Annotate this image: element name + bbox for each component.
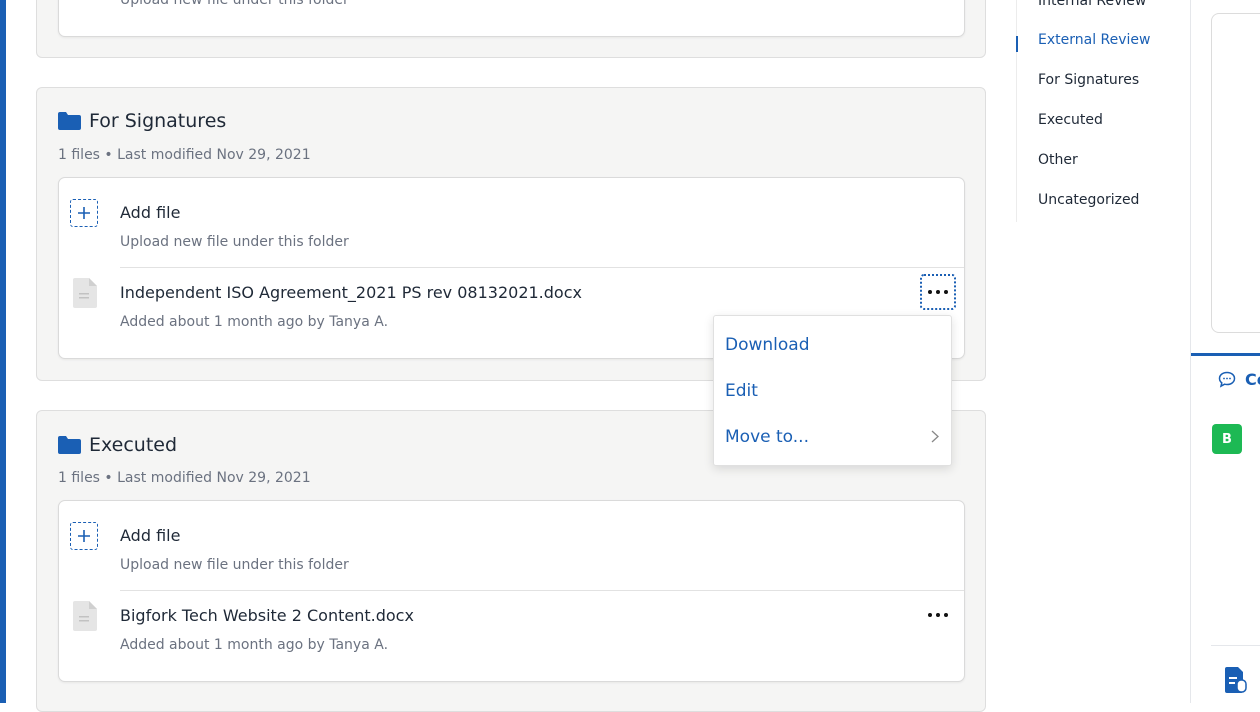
toc-item-executed[interactable]: Executed	[1038, 112, 1103, 128]
folder-header: Executed	[58, 434, 177, 456]
left-accent-bar	[0, 0, 6, 703]
file-name[interactable]: Independent ISO Agreement_2021 PS rev 08…	[120, 283, 582, 302]
add-file-label[interactable]: Add file	[120, 203, 180, 222]
document-attachment-icon[interactable]	[1225, 667, 1247, 693]
plus-icon	[78, 207, 90, 219]
folder-title: For Signatures	[89, 110, 227, 132]
file-added-info: Added about 1 month ago by Tanya A.	[120, 314, 389, 330]
folder-card: Upload new file under this folder	[58, 0, 965, 37]
folder-meta: 1 files • Last modified Nov 29, 2021	[58, 470, 311, 486]
toc-item-other[interactable]: Other	[1038, 152, 1078, 168]
folder-icon	[58, 112, 81, 130]
row-divider	[120, 590, 964, 591]
toc-item-uncategorized[interactable]: Uncategorized	[1038, 192, 1139, 208]
right-panel: Co B	[1190, 0, 1260, 703]
more-dots-icon	[928, 290, 948, 294]
menu-item-label: Move to...	[725, 427, 809, 447]
add-file-hint: Upload new file under this folder	[120, 557, 349, 573]
right-panel-section-label[interactable]: Co	[1245, 370, 1260, 389]
add-file-button[interactable]	[70, 199, 98, 227]
document-file-icon	[73, 601, 97, 631]
right-panel-card	[1211, 13, 1260, 333]
right-panel-divider	[1211, 645, 1260, 646]
avatar: B	[1212, 424, 1242, 454]
folder-meta: 1 files • Last modified Nov 29, 2021	[58, 147, 311, 163]
more-options-button[interactable]	[920, 274, 956, 310]
row-divider	[120, 267, 964, 268]
menu-item-edit[interactable]: Edit	[714, 371, 951, 411]
add-file-hint: Upload new file under this folder	[120, 234, 349, 250]
more-dots-icon	[928, 613, 948, 617]
toc-active-indicator	[1016, 36, 1018, 52]
chevron-right-icon	[931, 430, 939, 443]
plus-icon	[78, 530, 90, 542]
add-file-hint: Upload new file under this folder	[120, 0, 349, 8]
menu-item-move-to[interactable]: Move to...	[714, 417, 951, 457]
right-panel-tab-indicator	[1191, 353, 1260, 356]
folder-header: For Signatures	[58, 110, 226, 132]
folder-title: Executed	[89, 434, 178, 456]
toc-item-for-signatures[interactable]: For Signatures	[1038, 72, 1139, 88]
folder-icon	[58, 436, 81, 454]
toc-item-internal-review[interactable]: Internal Review	[1038, 0, 1146, 9]
toc-item-external-review[interactable]: External Review	[1038, 32, 1151, 48]
folder-card: Add file Upload new file under this fold…	[58, 500, 965, 682]
folder-section: Upload new file under this folder	[36, 0, 986, 58]
comments-icon[interactable]	[1218, 371, 1236, 388]
file-context-menu: Download Edit Move to...	[713, 315, 952, 466]
menu-item-download[interactable]: Download	[714, 325, 951, 365]
toc-rail	[1016, 0, 1017, 222]
add-file-label[interactable]: Add file	[120, 526, 180, 545]
document-file-icon	[73, 278, 97, 308]
file-added-info: Added about 1 month ago by Tanya A.	[120, 637, 389, 653]
more-options-button[interactable]	[920, 597, 956, 633]
add-file-button[interactable]	[70, 522, 98, 550]
file-name[interactable]: Bigfork Tech Website 2 Content.docx	[120, 606, 414, 625]
